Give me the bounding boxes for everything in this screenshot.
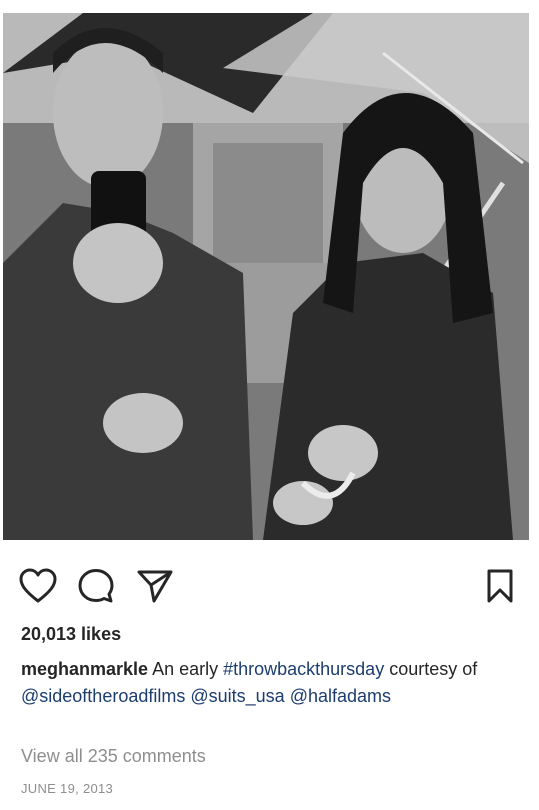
caption-mention[interactable]: @halfadams xyxy=(290,686,391,706)
post-timestamp: JUNE 19, 2013 xyxy=(21,781,114,796)
caption-hashtag[interactable]: #throwbackthursday xyxy=(223,659,384,679)
caption-mention[interactable]: @sideoftheroadfilms xyxy=(21,686,185,706)
view-all-comments-link[interactable]: View all 235 comments xyxy=(21,746,206,767)
post-actions xyxy=(0,566,539,610)
caption-text: courtesy of xyxy=(384,659,478,679)
bookmark-icon xyxy=(487,569,513,603)
post-image[interactable] xyxy=(3,13,529,540)
likes-count[interactable]: 20,013 likes xyxy=(21,624,121,645)
heart-outline-icon xyxy=(19,568,57,603)
caption-username[interactable]: meghanmarkle xyxy=(21,659,148,679)
caption-text: An early xyxy=(148,659,224,679)
comment-button[interactable] xyxy=(76,566,116,606)
post-photo[interactable] xyxy=(0,0,539,555)
save-button[interactable] xyxy=(480,566,520,606)
share-button[interactable] xyxy=(135,566,175,606)
paper-plane-icon xyxy=(137,570,173,603)
like-button[interactable] xyxy=(18,566,58,606)
photo-illustration xyxy=(3,13,529,540)
post-caption: meghanmarkle An early #throwbackthursday… xyxy=(21,656,521,710)
caption-mention[interactable]: @suits_usa xyxy=(190,686,284,706)
speech-bubble-icon xyxy=(78,569,114,603)
